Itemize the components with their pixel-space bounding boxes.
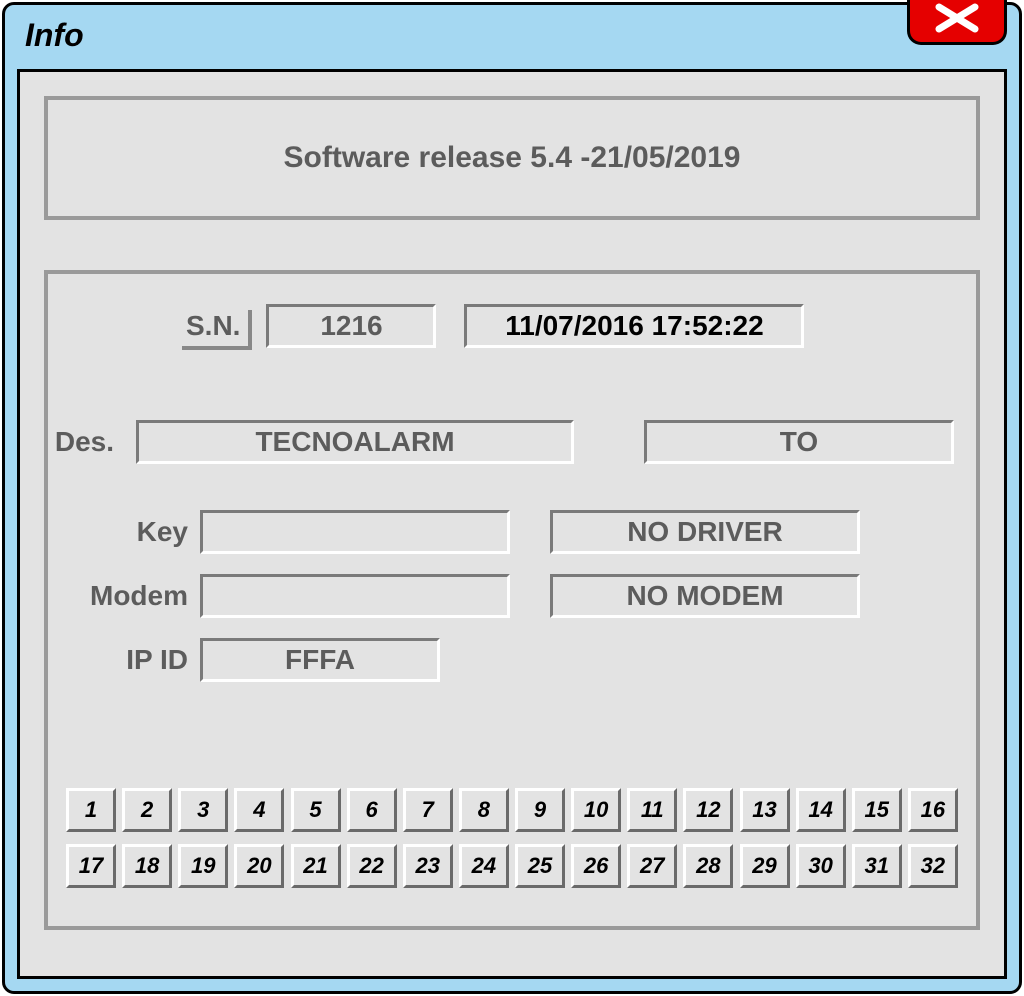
num-button[interactable]: 7 bbox=[403, 788, 453, 832]
num-button[interactable]: 9 bbox=[515, 788, 565, 832]
titlebar: Info bbox=[5, 5, 1019, 65]
sn-value: 1216 bbox=[266, 304, 436, 348]
modem-row: Modem NO MODEM bbox=[68, 574, 956, 618]
num-button[interactable]: 2 bbox=[122, 788, 172, 832]
release-text: Software release 5.4 -21/05/2019 bbox=[284, 141, 741, 175]
num-button[interactable]: 23 bbox=[403, 844, 453, 888]
ipid-label: IP ID bbox=[68, 644, 200, 676]
num-button[interactable]: 15 bbox=[852, 788, 902, 832]
modem-label: Modem bbox=[68, 580, 200, 612]
key-value bbox=[200, 510, 510, 554]
num-button[interactable]: 1 bbox=[66, 788, 116, 832]
num-button[interactable]: 10 bbox=[571, 788, 621, 832]
button-grid: 1 2 3 4 5 6 7 8 9 10 11 12 13 14 15 16 bbox=[66, 788, 958, 900]
num-button[interactable]: 3 bbox=[178, 788, 228, 832]
modem-value bbox=[200, 574, 510, 618]
des-value: TECNOALARM bbox=[136, 420, 574, 464]
button-row-1: 1 2 3 4 5 6 7 8 9 10 11 12 13 14 15 16 bbox=[66, 788, 958, 832]
modem-status: NO MODEM bbox=[550, 574, 860, 618]
num-button[interactable]: 30 bbox=[796, 844, 846, 888]
key-label: Key bbox=[68, 516, 200, 548]
des-label: Des. bbox=[54, 426, 126, 458]
kv-block: Key NO DRIVER Modem NO MODEM IP ID FFFA bbox=[68, 510, 956, 682]
num-button[interactable]: 13 bbox=[740, 788, 790, 832]
num-button[interactable]: 24 bbox=[459, 844, 509, 888]
num-button[interactable]: 17 bbox=[66, 844, 116, 888]
key-status: NO DRIVER bbox=[550, 510, 860, 554]
num-button[interactable]: 19 bbox=[178, 844, 228, 888]
ipid-value: FFFA bbox=[200, 638, 440, 682]
close-icon bbox=[933, 3, 981, 38]
button-row-2: 17 18 19 20 21 22 23 24 25 26 27 28 29 3… bbox=[66, 844, 958, 888]
num-button[interactable]: 27 bbox=[627, 844, 677, 888]
num-button[interactable]: 25 bbox=[515, 844, 565, 888]
num-button[interactable]: 32 bbox=[908, 844, 958, 888]
num-button[interactable]: 11 bbox=[627, 788, 677, 832]
num-button[interactable]: 31 bbox=[852, 844, 902, 888]
sn-label: S.N. bbox=[178, 306, 248, 346]
num-button[interactable]: 20 bbox=[234, 844, 284, 888]
sn-row: S.N. 1216 11/07/2016 17:52:22 bbox=[178, 304, 956, 348]
window-title: Info bbox=[25, 17, 84, 54]
num-button[interactable]: 28 bbox=[683, 844, 733, 888]
num-button[interactable]: 4 bbox=[234, 788, 284, 832]
des-row: Des. TECNOALARM TO bbox=[54, 420, 956, 464]
close-button[interactable] bbox=[907, 0, 1007, 45]
num-button[interactable]: 21 bbox=[291, 844, 341, 888]
num-button[interactable]: 18 bbox=[122, 844, 172, 888]
sn-datetime: 11/07/2016 17:52:22 bbox=[464, 304, 804, 348]
num-button[interactable]: 26 bbox=[571, 844, 621, 888]
ipid-row: IP ID FFFA bbox=[68, 638, 956, 682]
info-window: Info Software release 5.4 -21/05/2019 S.… bbox=[2, 2, 1022, 994]
num-button[interactable]: 22 bbox=[347, 844, 397, 888]
num-button[interactable]: 14 bbox=[796, 788, 846, 832]
num-button[interactable]: 16 bbox=[908, 788, 958, 832]
num-button[interactable]: 5 bbox=[291, 788, 341, 832]
details-panel: S.N. 1216 11/07/2016 17:52:22 Des. TECNO… bbox=[44, 270, 980, 930]
num-button[interactable]: 12 bbox=[683, 788, 733, 832]
key-row: Key NO DRIVER bbox=[68, 510, 956, 554]
num-button[interactable]: 6 bbox=[347, 788, 397, 832]
content-area: Software release 5.4 -21/05/2019 S.N. 12… bbox=[17, 69, 1007, 979]
release-panel: Software release 5.4 -21/05/2019 bbox=[44, 96, 980, 220]
des-to: TO bbox=[644, 420, 954, 464]
num-button[interactable]: 8 bbox=[459, 788, 509, 832]
num-button[interactable]: 29 bbox=[740, 844, 790, 888]
